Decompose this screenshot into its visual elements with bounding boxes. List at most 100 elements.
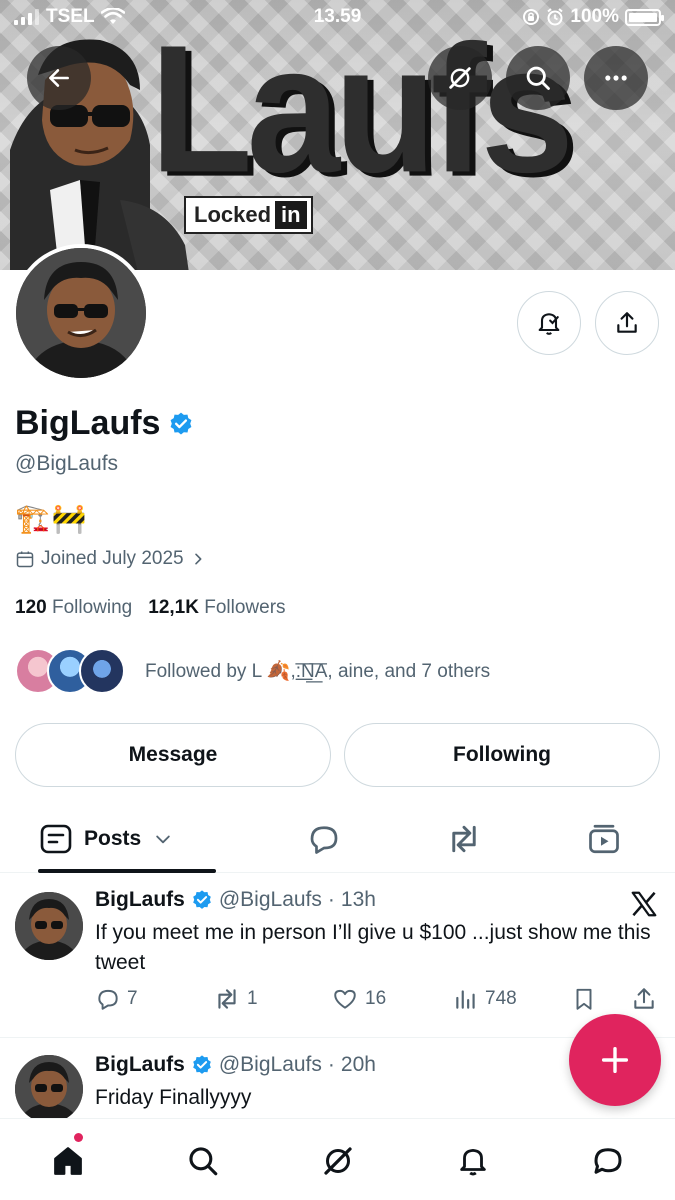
post-text: Friday Finallyyyy <box>95 1086 252 1109</box>
heart-icon <box>334 989 356 1009</box>
battery-icon <box>625 8 664 26</box>
tab-posts[interactable]: Posts <box>40 817 173 861</box>
view-count: 748 <box>485 988 517 1009</box>
profile-handle: @BigLaufs <box>15 452 119 475</box>
repost-button[interactable]: 1 <box>213 986 258 1012</box>
active-tab-indicator <box>38 869 216 873</box>
alarm-icon <box>547 8 564 26</box>
chevron-right-icon <box>194 553 202 565</box>
profile-tabs: Posts <box>0 805 675 873</box>
plus-icon <box>601 1046 629 1074</box>
post-author-handle: @BigLaufs <box>218 1053 322 1076</box>
post-timestamp[interactable]: 20h <box>341 1053 376 1077</box>
follow-counts: 120 Following 12,1K Followers <box>15 597 286 619</box>
post-actions: 7 1 16 748 <box>95 986 660 1020</box>
message-button[interactable]: Message <box>15 723 331 787</box>
notifications-toggle-button[interactable] <box>517 291 581 355</box>
nav-messages[interactable] <box>586 1139 630 1183</box>
status-bar: TSEL 13.59 100% <box>0 0 675 36</box>
compose-post-button[interactable] <box>569 1014 661 1106</box>
reply-count: 7 <box>127 988 138 1009</box>
bottom-navigation <box>0 1118 675 1200</box>
tab-replies[interactable] <box>304 819 344 859</box>
followed-by-text: Followed by L 🍂,:͟͟͞N͟͞A, aine, and 7 ot… <box>145 661 491 682</box>
like-button[interactable]: 16 <box>331 986 386 1012</box>
followers-count: 12,1K <box>148 597 199 618</box>
post-author-avatar[interactable] <box>15 892 83 960</box>
grok-button[interactable] <box>428 46 492 110</box>
repost-count: 1 <box>247 988 258 1009</box>
verified-badge-icon <box>171 412 192 435</box>
search-button[interactable] <box>506 46 570 110</box>
back-button[interactable] <box>27 46 91 110</box>
following-button[interactable]: Following <box>344 723 660 787</box>
share-icon <box>617 312 637 333</box>
nav-notifications[interactable] <box>451 1139 495 1183</box>
analytics-bars-icon <box>456 990 475 1009</box>
home-notification-dot <box>74 1133 83 1142</box>
followers-label: Followers <box>204 597 286 618</box>
bookmark-button[interactable] <box>571 986 597 1012</box>
verified-badge-icon <box>193 1055 211 1074</box>
tab-posts-label: Posts <box>84 827 142 850</box>
nav-search[interactable] <box>181 1139 225 1183</box>
post-timestamp[interactable]: 13h <box>341 888 376 912</box>
post-author-name[interactable]: BigLaufs <box>95 888 185 912</box>
following-count-link[interactable]: 120 Following <box>15 597 132 619</box>
banner-badge-text: Locked <box>194 202 272 227</box>
bookmark-icon <box>576 988 592 1010</box>
nav-grok[interactable] <box>316 1139 360 1183</box>
repost-icon <box>218 989 236 1009</box>
posts-tab-icon <box>40 824 72 854</box>
orientation-lock-icon <box>523 9 540 25</box>
joined-date-link[interactable]: Joined July 2025 <box>15 548 206 570</box>
avatar-illustration <box>15 892 83 960</box>
display-name-text: BigLaufs <box>15 404 161 442</box>
banner-title: Laufs <box>150 7 574 211</box>
reply-bubble-icon <box>310 826 338 854</box>
more-options-button[interactable] <box>584 46 648 110</box>
tab-reposts[interactable] <box>444 819 484 859</box>
joined-date-text: Joined July 2025 <box>41 548 184 569</box>
calendar-icon <box>16 551 34 568</box>
post-author-name[interactable]: BigLaufs <box>95 1053 185 1077</box>
share-post-button[interactable] <box>631 986 657 1012</box>
display-name: BigLaufs <box>15 404 194 443</box>
grok-icon <box>324 1147 352 1175</box>
post-text: If you meet me in person I’ll give u $10… <box>95 921 651 974</box>
more-horizontal-icon <box>605 75 627 81</box>
banner-badge: Locked in <box>184 196 313 234</box>
post-author-avatar[interactable] <box>15 1055 83 1123</box>
bell-check-icon <box>538 313 560 335</box>
bell-icon <box>460 1148 486 1176</box>
nav-home[interactable] <box>46 1139 90 1183</box>
share-icon <box>634 988 654 1009</box>
post-author-handle: @BigLaufs <box>218 888 322 911</box>
post-header: BigLaufs @BigLaufs · 20h <box>95 1053 376 1077</box>
views-button[interactable]: 748 <box>453 986 517 1012</box>
following-count: 120 <box>15 597 47 618</box>
profile-banner[interactable]: Laufs Locked in TSEL 13.59 100% <box>0 0 675 270</box>
repost-icon <box>452 825 476 853</box>
post-separator: · <box>327 1053 335 1076</box>
followers-count-link[interactable]: 12,1K Followers <box>148 597 285 619</box>
battery-percent: 100% <box>570 6 619 27</box>
banner-badge-suffix: in <box>275 201 307 229</box>
following-label: Following <box>51 597 133 618</box>
search-icon <box>189 1147 218 1176</box>
profile-avatar[interactable] <box>12 244 150 382</box>
like-count: 16 <box>365 988 387 1009</box>
search-icon <box>526 66 550 90</box>
reply-button[interactable]: 7 <box>95 986 138 1012</box>
followed-by-row[interactable]: Followed by L 🍂,:͟͟͞N͟͞A, aine, and 7 ot… <box>15 648 490 694</box>
post-header: BigLaufs @BigLaufs · 13h <box>95 888 376 912</box>
status-right: 100% <box>522 6 664 28</box>
grok-icon <box>449 67 471 89</box>
share-profile-button[interactable] <box>595 291 659 355</box>
follower-avatar <box>79 648 125 694</box>
x-logo-icon <box>631 891 657 917</box>
post-separator: · <box>327 888 335 911</box>
tab-media[interactable] <box>584 819 624 859</box>
profile-bio: 🏗️🚧 <box>15 503 89 534</box>
reply-icon <box>98 989 118 1010</box>
